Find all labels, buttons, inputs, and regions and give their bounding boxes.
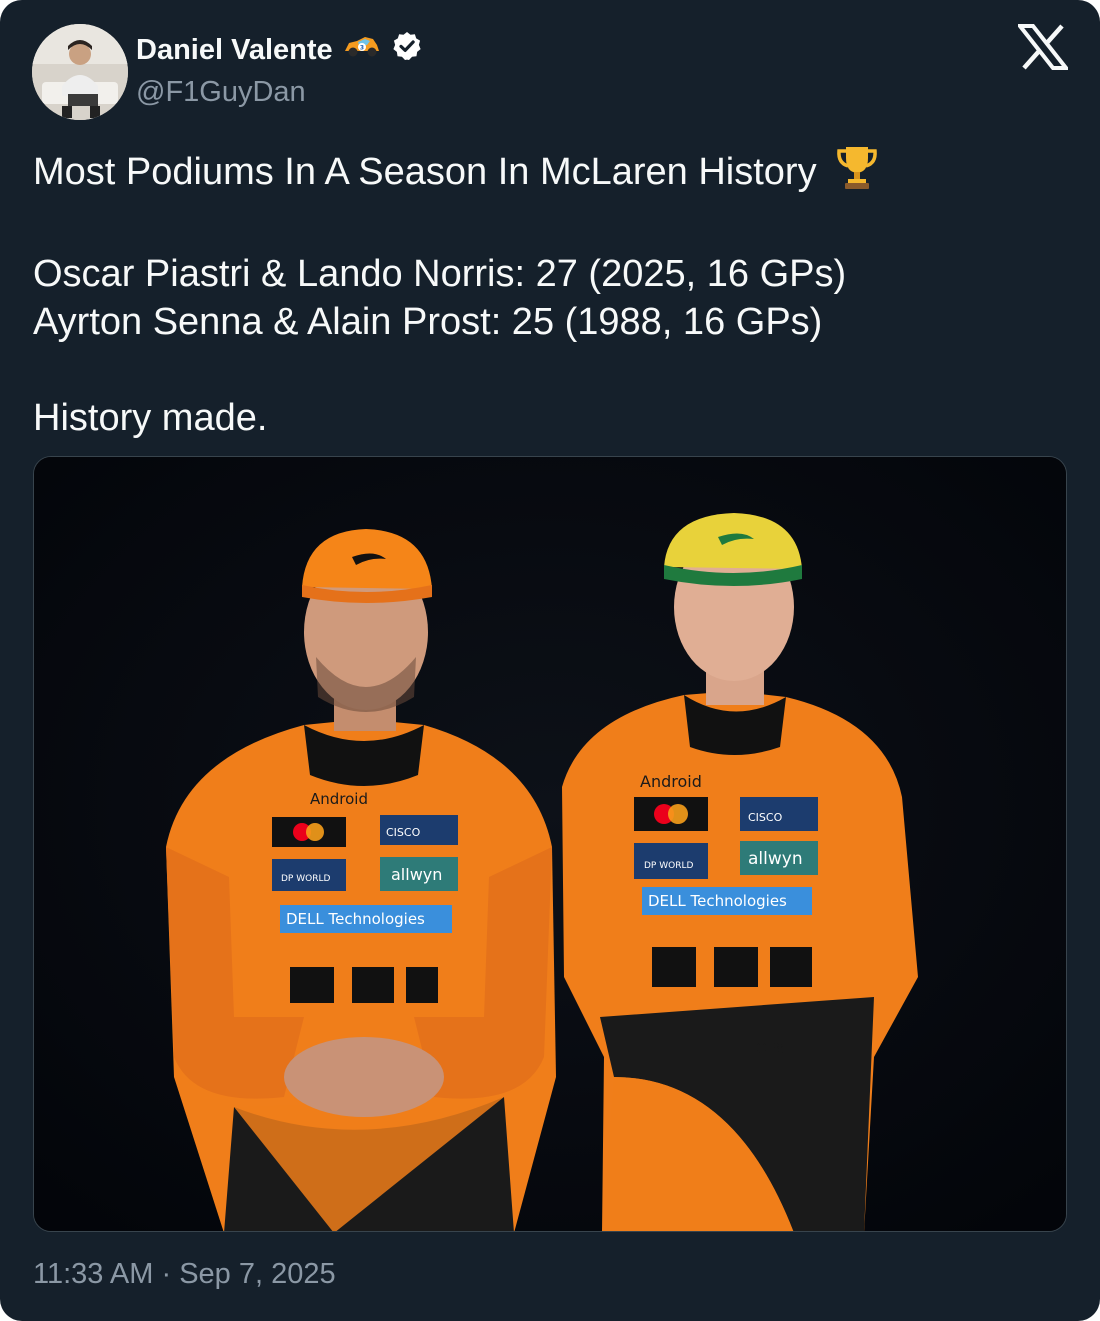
avatar-photo [32, 24, 128, 120]
svg-text:DP WORLD: DP WORLD [281, 874, 330, 884]
author-avatar[interactable] [32, 24, 128, 120]
svg-text:Android: Android [640, 772, 702, 791]
tweet-line-3: Ayrton Senna & Alain Prost: 25 (1988, 16… [33, 301, 823, 343]
author-name-row[interactable]: Daniel Valente 3 [136, 30, 423, 70]
author-handle[interactable]: @F1GuyDan [136, 76, 306, 109]
timestamp-separator: · [161, 1258, 172, 1290]
tweet-card: Daniel Valente 3 @F1GuyDan Most Podiums … [0, 0, 1100, 1321]
svg-text:allwyn: allwyn [391, 865, 442, 884]
race-car-icon: 3 [343, 33, 381, 67]
svg-text:OP81: OP81 [756, 1041, 793, 1057]
x-logo-icon[interactable] [1015, 24, 1071, 70]
tweet-text: Most Podiums In A Season In McLaren Hist… [33, 144, 1063, 442]
svg-text:DP WORLD: DP WORLD [644, 861, 693, 871]
verified-badge-icon [391, 30, 423, 70]
svg-text:CISCO: CISCO [386, 826, 421, 839]
tweet-date[interactable]: Sep 7, 2025 [179, 1258, 335, 1291]
svg-text:3: 3 [360, 45, 364, 52]
tweet-line-2: Oscar Piastri & Lando Norris: 27 (2025, … [33, 253, 847, 295]
tweet-line-4: History made. [33, 397, 268, 439]
svg-text:DELL Technologies: DELL Technologies [286, 910, 425, 928]
svg-text:CISCO: CISCO [748, 811, 783, 824]
tweet-timestamp[interactable]: 11:33 AM · Sep 7, 2025 [33, 1258, 336, 1291]
tweet-headline: Most Podiums In A Season In McLaren Hist… [33, 151, 817, 193]
tweet-time[interactable]: 11:33 AM [33, 1258, 153, 1291]
tweet-line-1: Most Podiums In A Season In McLaren Hist… [33, 144, 1063, 202]
svg-text:DELL Technologies: DELL Technologies [648, 892, 787, 910]
tweet-photo[interactable]: Android CISCO DP WORLD allwyn DELL Techn… [33, 456, 1067, 1232]
photo-two-drivers-in-papaya-race-suits: Android CISCO DP WORLD allwyn DELL Techn… [34, 457, 1066, 1231]
author-name[interactable]: Daniel Valente [136, 34, 333, 67]
svg-text:allwyn: allwyn [748, 849, 803, 869]
left-android-label: Android [310, 790, 368, 808]
trophy-icon [835, 144, 879, 202]
